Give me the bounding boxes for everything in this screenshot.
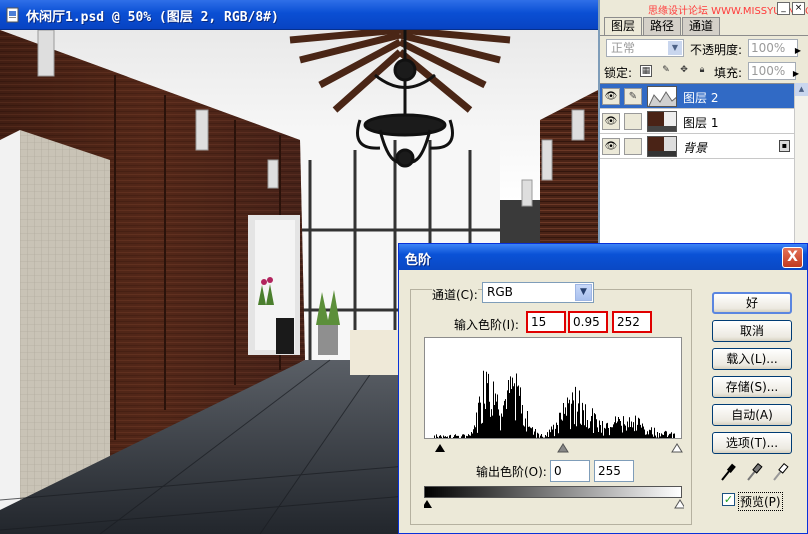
dialog-titlebar[interactable]: 色阶 X bbox=[399, 244, 807, 270]
layer-thumbnail bbox=[647, 86, 677, 107]
gamma-slider-icon[interactable] bbox=[557, 443, 569, 453]
options-button[interactable]: 选项(T)... bbox=[712, 432, 792, 454]
blend-mode-select[interactable]: 正常 ▼ bbox=[606, 39, 684, 57]
output-white-slider-icon[interactable] bbox=[674, 499, 684, 509]
lock-all-icon[interactable]: 🔒︎ bbox=[696, 65, 708, 77]
output-white-field[interactable]: 255 bbox=[594, 460, 634, 482]
close-button[interactable]: X bbox=[782, 247, 803, 268]
output-slider[interactable] bbox=[424, 498, 684, 510]
input-white-field[interactable]: 252 bbox=[612, 311, 652, 333]
minimize-icon[interactable]: _ bbox=[777, 2, 790, 15]
dialog-title: 色阶 bbox=[405, 253, 432, 268]
fill-input[interactable]: 100% ▶ bbox=[748, 62, 799, 82]
scroll-up-icon[interactable]: ▲ bbox=[795, 83, 808, 96]
preview-label: 预览(P) bbox=[738, 492, 783, 511]
input-black-field[interactable]: 15 bbox=[526, 311, 566, 333]
layer-thumbnail bbox=[647, 111, 677, 132]
fill-label: 填充: bbox=[714, 66, 743, 80]
photoshop-workspace: 休闲厅1.psd @ 50% (图层 2, RGB/8#) 思缘设计论坛 WWW… bbox=[0, 0, 808, 534]
blend-row: 正常 ▼ 不透明度: 100% ▶ bbox=[606, 39, 806, 59]
link-slot[interactable] bbox=[624, 113, 642, 130]
checkmark-icon[interactable]: ✓ bbox=[722, 493, 735, 506]
ok-button[interactable]: 好 bbox=[712, 292, 792, 314]
input-gamma-field[interactable]: 0.95 bbox=[568, 311, 608, 333]
histogram-bars bbox=[434, 370, 675, 438]
input-levels-label: 输入色阶(I): bbox=[454, 316, 519, 333]
white-point-slider-icon[interactable] bbox=[671, 443, 683, 453]
panel-tabs: 图层 路径 通道 bbox=[604, 17, 721, 35]
gray-eyedropper-icon[interactable] bbox=[744, 461, 764, 483]
layer-name: 背景 bbox=[683, 141, 708, 155]
white-eyedropper-icon[interactable] bbox=[770, 461, 790, 483]
layers-panel: 思缘设计论坛 WWW.MISSYUAN.COM _ × 图层 路径 通道 正常 … bbox=[598, 0, 808, 243]
blend-mode-value: 正常 bbox=[611, 41, 636, 55]
eye-icon[interactable]: 👁︎ bbox=[602, 138, 620, 155]
layer-row-background[interactable]: 👁︎ 背景 ▪ bbox=[600, 134, 796, 159]
layer-name: 图层 1 bbox=[683, 116, 719, 130]
cancel-button[interactable]: 取消 bbox=[712, 320, 792, 342]
layer-name: 图层 2 bbox=[683, 91, 719, 105]
load-button[interactable]: 载入(L)... bbox=[712, 348, 792, 370]
channel-label: 通道(C): bbox=[432, 286, 478, 303]
lock-icon: ▪ bbox=[779, 140, 790, 152]
lock-row: 锁定: ▦ ✎ ✥ 🔒︎ 填充: 100% ▶ bbox=[604, 62, 808, 82]
lock-paint-icon[interactable]: ✎ bbox=[660, 65, 672, 77]
panel-window-buttons: _ × bbox=[777, 2, 805, 15]
tab-paths[interactable]: 路径 bbox=[643, 17, 682, 35]
output-levels-label: 输出色阶(O): bbox=[476, 463, 547, 480]
output-black-field[interactable]: 0 bbox=[550, 460, 590, 482]
triangle-right-icon[interactable]: ▶ bbox=[795, 43, 801, 59]
fill-value: 100% bbox=[751, 64, 786, 78]
black-point-slider-icon[interactable] bbox=[435, 444, 445, 452]
lock-move-icon[interactable]: ✥ bbox=[678, 65, 690, 77]
output-black-slider-icon[interactable] bbox=[424, 500, 432, 508]
chevron-down-icon: ▼ bbox=[668, 41, 682, 55]
tab-channels[interactable]: 通道 bbox=[682, 17, 721, 35]
black-eyedropper-icon[interactable] bbox=[718, 461, 738, 483]
lock-label: 锁定: bbox=[604, 66, 633, 80]
layer-thumbnail bbox=[647, 136, 677, 157]
psd-file-icon bbox=[6, 7, 19, 23]
output-gradient-bar bbox=[424, 486, 682, 498]
histogram bbox=[424, 337, 682, 439]
brush-icon[interactable]: ✎ bbox=[624, 88, 642, 105]
layer-list: 👁︎ ✎ 图层 2 👁︎ 图层 1 👁︎ 背景 ▪ bbox=[600, 83, 796, 243]
channel-select[interactable]: RGB ▼ bbox=[482, 282, 594, 303]
channel-value: RGB bbox=[487, 285, 513, 299]
layer-scrollbar[interactable]: ▲ bbox=[794, 83, 808, 243]
opacity-input[interactable]: 100% ▶ bbox=[748, 39, 801, 59]
auto-button[interactable]: 自动(A) bbox=[712, 404, 792, 426]
lock-transparency-icon[interactable]: ▦ bbox=[640, 65, 652, 77]
triangle-right-icon[interactable]: ▶ bbox=[793, 66, 799, 82]
opacity-value: 100% bbox=[751, 41, 786, 55]
tab-layers[interactable]: 图层 bbox=[604, 17, 643, 35]
input-slider[interactable] bbox=[424, 440, 684, 454]
chevron-down-icon: ▼ bbox=[575, 284, 592, 301]
tab-divider bbox=[600, 35, 808, 36]
eye-icon[interactable]: 👁︎ bbox=[602, 113, 620, 130]
document-titlebar[interactable]: 休闲厅1.psd @ 50% (图层 2, RGB/8#) bbox=[0, 0, 598, 30]
layer-row-layer-1[interactable]: 👁︎ 图层 1 bbox=[600, 109, 796, 134]
opacity-label: 不透明度: bbox=[690, 43, 743, 57]
link-slot[interactable] bbox=[624, 138, 642, 155]
close-icon[interactable]: × bbox=[792, 2, 805, 15]
save-button[interactable]: 存储(S)... bbox=[712, 376, 792, 398]
layer-row-layer-2[interactable]: 👁︎ ✎ 图层 2 bbox=[600, 84, 796, 109]
eye-icon[interactable]: 👁︎ bbox=[602, 88, 620, 105]
document-title: 休闲厅1.psd @ 50% (图层 2, RGB/8#) bbox=[26, 10, 279, 25]
